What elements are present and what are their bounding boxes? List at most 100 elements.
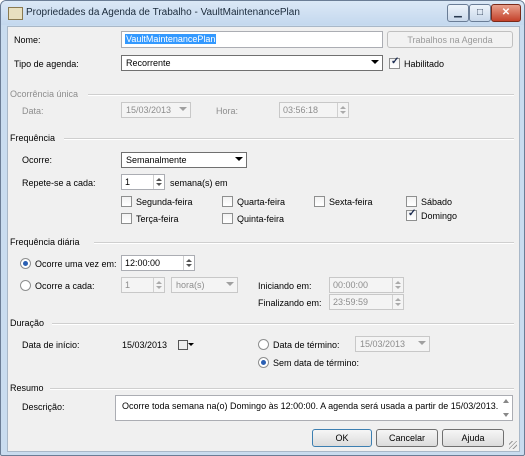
- friday-checkbox[interactable]: [314, 196, 325, 207]
- recurs-every-value: 1: [125, 177, 131, 187]
- resize-grip-icon[interactable]: [509, 441, 517, 449]
- name-label: Nome:: [14, 35, 41, 45]
- enabled-checkbox[interactable]: [389, 56, 400, 69]
- chevron-down-icon: [371, 60, 379, 64]
- maximize-button[interactable]: □: [469, 4, 491, 22]
- one-time-date-picker[interactable]: 15/03/2013: [121, 102, 191, 118]
- window-icon: [8, 7, 23, 20]
- occurs-once-radio[interactable]: [20, 258, 31, 269]
- no-end-date-radio[interactable]: [258, 357, 269, 368]
- frequency-separator: [64, 138, 514, 140]
- spin-down-icon: [395, 303, 401, 306]
- enabled-label: Habilitado: [404, 59, 445, 69]
- saturday-checkbox[interactable]: [406, 196, 417, 207]
- start-date-value: 15/03/2013: [122, 340, 168, 350]
- one-time-date-value: 15/03/2013: [126, 105, 172, 115]
- one-time-hour-value: 03:56:18: [283, 105, 319, 115]
- sunday-label: Domingo: [421, 211, 458, 221]
- one-time-separator: [88, 94, 514, 96]
- start-date-picker-button[interactable]: [177, 338, 194, 350]
- hour-spinner[interactable]: [337, 103, 348, 117]
- ending-at-value: 23:59:59: [333, 297, 369, 307]
- spin-up-icon: [156, 178, 162, 181]
- starting-at-input[interactable]: 00:00:00: [329, 277, 404, 293]
- daily-frequency-section-label: Frequência diária: [10, 237, 80, 247]
- ending-at-input[interactable]: 23:59:59: [329, 294, 404, 310]
- wednesday-label: Quarta-feira: [237, 197, 286, 207]
- occurs-once-label: Ocorre uma vez em:: [35, 259, 117, 269]
- one-time-hour-input[interactable]: 03:56:18: [279, 102, 349, 118]
- description-textbox[interactable]: Ocorre toda semana na(o) Domingo às 12:0…: [115, 395, 513, 421]
- thursday-label: Quinta-feira: [237, 214, 285, 224]
- schedule-type-label: Tipo de agenda:: [14, 59, 79, 69]
- minimize-button[interactable]: ▁: [447, 4, 469, 22]
- summary-section-label: Resumo: [10, 383, 44, 393]
- chevron-down-icon: [235, 157, 243, 161]
- tuesday-checkbox[interactable]: [121, 213, 132, 224]
- name-input[interactable]: VaultMaintenancePlan: [121, 31, 383, 48]
- occurs-every-radio[interactable]: [20, 280, 31, 291]
- occurs-every-label: Ocorre a cada:: [35, 281, 95, 291]
- saturday-label: Sábado: [421, 197, 453, 207]
- end-date-label: Data de término:: [273, 340, 340, 350]
- occurs-once-time-input[interactable]: 12:00:00: [121, 255, 195, 271]
- scheduled-jobs-button[interactable]: Trabalhos na Agenda: [387, 31, 513, 48]
- monday-checkbox[interactable]: [121, 196, 132, 207]
- start-spinner[interactable]: [392, 278, 403, 292]
- monday-label: Segunda-feira: [136, 197, 193, 207]
- chevron-down-icon: [226, 282, 234, 286]
- chevron-down-icon: [179, 107, 187, 111]
- spin-up-icon: [395, 298, 401, 301]
- occurs-every-value: 1: [125, 280, 131, 290]
- end-date-picker[interactable]: 15/03/2013: [355, 336, 430, 352]
- spin-up-icon: [156, 281, 162, 284]
- calendar-icon: [178, 340, 188, 350]
- friday-label: Sexta-feira: [329, 197, 373, 207]
- tuesday-label: Terça-feira: [136, 214, 179, 224]
- spin-down-icon: [186, 264, 192, 267]
- ok-button[interactable]: OK: [312, 429, 372, 447]
- one-time-hour-label: Hora:: [216, 106, 239, 116]
- time-spinner[interactable]: [183, 256, 194, 270]
- occurs-value: Semanalmente: [126, 155, 187, 165]
- description-scrollbar[interactable]: [502, 397, 511, 419]
- scroll-up-icon: [503, 399, 509, 403]
- one-time-section-label: Ocorrência única: [10, 89, 79, 99]
- window-title: Propriedades da Agenda de Trabalho - Vau…: [26, 7, 300, 18]
- one-time-date-label: Data:: [22, 106, 44, 116]
- frequency-section-label: Frequência: [10, 133, 56, 143]
- schedule-properties-window: Propriedades da Agenda de Trabalho - Vau…: [0, 0, 525, 456]
- occurs-once-time-value: 12:00:00: [125, 258, 161, 268]
- every-unit-select[interactable]: hora(s): [171, 277, 238, 293]
- spin-up-icon: [395, 281, 401, 284]
- spin-down-icon: [156, 183, 162, 186]
- wednesday-checkbox[interactable]: [222, 196, 233, 207]
- every-unit-value: hora(s): [176, 280, 205, 290]
- recurs-spinner[interactable]: [153, 175, 164, 189]
- name-value: VaultMaintenancePlan: [125, 34, 217, 44]
- duration-section-label: Duração: [10, 318, 45, 328]
- occurs-label: Ocorre:: [22, 155, 53, 165]
- close-button[interactable]: ✕: [491, 4, 521, 22]
- spin-down-icon: [340, 111, 346, 114]
- summary-separator: [50, 388, 514, 390]
- cancel-button[interactable]: Cancelar: [376, 429, 438, 447]
- thursday-checkbox[interactable]: [222, 213, 233, 224]
- recurs-unit-label: semana(s) em: [170, 178, 228, 188]
- spin-down-icon: [395, 286, 401, 289]
- sunday-checkbox[interactable]: [406, 208, 417, 221]
- occurs-every-input[interactable]: 1: [121, 277, 165, 293]
- start-date-label: Data de início:: [22, 340, 80, 350]
- recurs-every-input[interactable]: 1: [121, 174, 165, 190]
- schedule-type-select[interactable]: Recorrente: [121, 55, 383, 71]
- chevron-down-icon: [188, 343, 194, 346]
- every-spinner[interactable]: [153, 278, 164, 292]
- chevron-down-icon: [418, 341, 426, 345]
- title-bar[interactable]: Propriedades da Agenda de Trabalho - Vau…: [1, 1, 524, 25]
- help-button[interactable]: Ajuda: [442, 429, 504, 447]
- occurs-select[interactable]: Semanalmente: [121, 152, 247, 168]
- duration-separator: [52, 323, 514, 325]
- end-date-radio[interactable]: [258, 339, 269, 350]
- starting-at-value: 00:00:00: [333, 280, 369, 290]
- end-spinner[interactable]: [392, 295, 403, 309]
